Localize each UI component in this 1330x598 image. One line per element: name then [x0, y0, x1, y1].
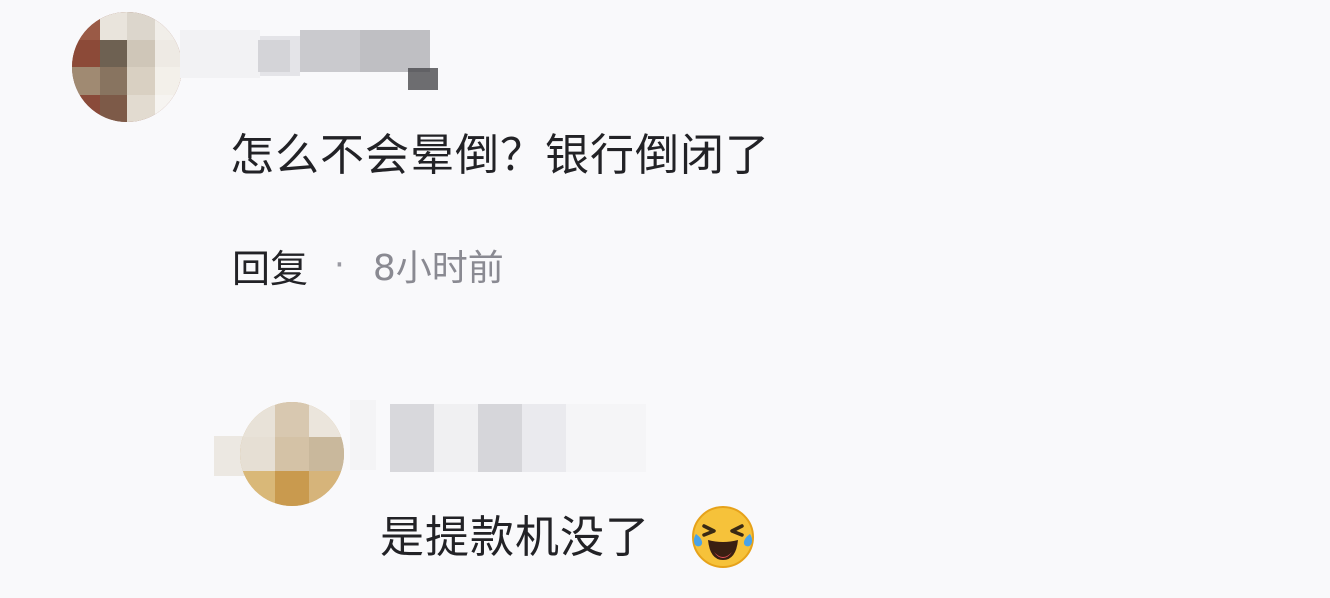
avatar-mosaic [72, 12, 182, 122]
pixelation-block [408, 68, 438, 90]
pixelation-block [434, 404, 478, 472]
pixelation-block [478, 404, 522, 472]
reply-comment-text: 是提款机没了 [380, 512, 650, 563]
pixelation-block [522, 404, 566, 472]
comment-meta: 回复 · 8小时前 [232, 238, 504, 293]
laugh-crying-emoji [692, 506, 754, 568]
timestamp: 8小时前 [372, 248, 504, 289]
avatar-mosaic [240, 402, 344, 506]
pixelation-block [390, 404, 434, 472]
user-avatar-blurred[interactable] [72, 12, 182, 122]
pixelation-block [258, 40, 290, 72]
reply-user-avatar-blurred[interactable] [240, 402, 344, 506]
comment-text: 怎么不会晕倒？银行倒闭了 [230, 130, 770, 181]
pixelation-block [566, 404, 646, 472]
pixelation-block [300, 30, 360, 72]
pixelation-block [350, 400, 376, 470]
pixelation-block [180, 30, 260, 78]
username-blurred[interactable] [180, 20, 440, 90]
meta-separator: · [334, 245, 345, 285]
reply-username-blurred[interactable] [350, 400, 670, 480]
comment-thread: 怎么不会晕倒？银行倒闭了 回复 · 8小时前 是提款机没了 [0, 0, 1330, 598]
reply-button[interactable]: 回复 [232, 238, 308, 293]
